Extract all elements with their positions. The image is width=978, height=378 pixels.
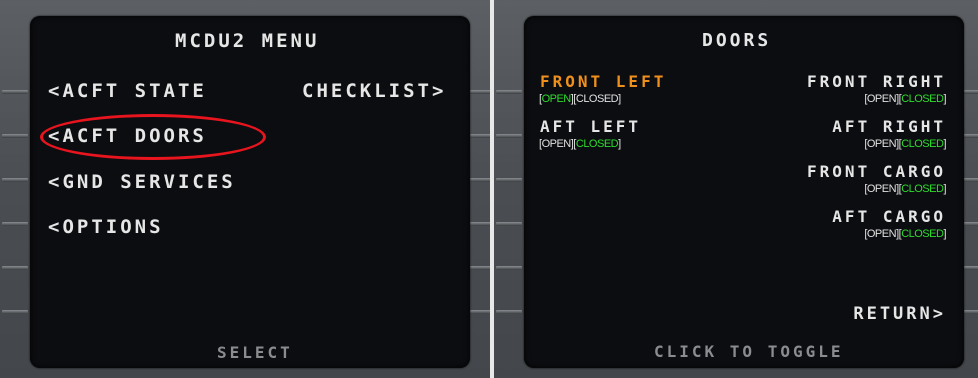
lsk-l2[interactable] [2, 134, 28, 138]
lsk-r5[interactable] [470, 266, 490, 270]
aft-left-open-option[interactable]: OPEN [542, 138, 572, 150]
lsk-l1[interactable] [496, 90, 522, 94]
aft-cargo-closed-option[interactable]: CLOSED [901, 228, 944, 240]
lsk-l4[interactable] [496, 222, 522, 226]
lsk-l1[interactable] [2, 90, 28, 94]
aft-right-toggle[interactable]: [OPEN][CLOSED] [864, 138, 946, 150]
lsk-l3[interactable] [2, 178, 28, 182]
return-button[interactable]: RETURN> [853, 304, 946, 324]
acft-state-button[interactable]: <ACFT STATE [48, 80, 207, 102]
aft-cargo-toggle[interactable]: [OPEN][CLOSED] [864, 228, 946, 240]
lsk-r1[interactable] [470, 90, 490, 94]
options-button[interactable]: <OPTIONS [48, 216, 164, 238]
aft-left-closed-option[interactable]: CLOSED [576, 138, 619, 150]
mcdu-menu-panel: MCDU2 MENU <ACFT STATE CHECKLIST> <ACFT … [0, 0, 490, 378]
front-right-closed-option[interactable]: CLOSED [901, 93, 944, 105]
front-cargo-toggle[interactable]: [OPEN][CLOSED] [864, 183, 946, 195]
aft-cargo-label[interactable]: AFT CARGO [832, 207, 946, 226]
front-right-open-option[interactable]: OPEN [867, 93, 897, 105]
lsk-r3[interactable] [470, 178, 490, 182]
aft-right-open-option[interactable]: OPEN [867, 138, 897, 150]
front-cargo-open-option[interactable]: OPEN [867, 183, 897, 195]
front-left-label[interactable]: FRONT LEFT [540, 72, 666, 91]
mcdu-doors-panel: DOORS FRONT LEFT [OPEN][CLOSED] FRONT RI… [494, 0, 978, 378]
aft-left-toggle[interactable]: [OPEN][CLOSED] [539, 138, 621, 150]
scratchpad-hint: CLICK TO TOGGLE [654, 342, 844, 361]
lsk-l5[interactable] [496, 266, 522, 270]
front-right-toggle[interactable]: [OPEN][CLOSED] [864, 93, 946, 105]
page-title: DOORS [702, 30, 772, 51]
front-left-closed-option[interactable]: CLOSED [576, 93, 619, 105]
highlight-ellipse [40, 114, 266, 160]
lsk-l5[interactable] [2, 266, 28, 270]
lsk-r4[interactable] [470, 222, 490, 226]
aft-left-label[interactable]: AFT LEFT [540, 117, 641, 136]
gnd-services-button[interactable]: <GND SERVICES [48, 171, 236, 193]
aft-cargo-open-option[interactable]: OPEN [867, 228, 897, 240]
front-cargo-label[interactable]: FRONT CARGO [807, 162, 946, 181]
lsk-r6[interactable] [470, 310, 490, 314]
aft-right-label[interactable]: AFT RIGHT [832, 117, 946, 136]
front-left-toggle[interactable]: [OPEN][CLOSED] [539, 93, 621, 105]
front-left-open-option[interactable]: OPEN [542, 93, 572, 105]
lsk-l4[interactable] [2, 222, 28, 226]
front-cargo-closed-option[interactable]: CLOSED [901, 183, 944, 195]
lsk-r2[interactable] [470, 134, 490, 138]
checklist-button[interactable]: CHECKLIST> [302, 80, 446, 102]
lsk-l2[interactable] [496, 134, 522, 138]
lsk-l3[interactable] [496, 178, 522, 182]
scratchpad-hint: SELECT [217, 343, 293, 362]
lsk-l6[interactable] [496, 310, 522, 314]
aft-right-closed-option[interactable]: CLOSED [901, 138, 944, 150]
front-right-label[interactable]: FRONT RIGHT [807, 72, 946, 91]
page-title: MCDU2 MENU [175, 30, 320, 52]
lsk-l6[interactable] [2, 310, 28, 314]
